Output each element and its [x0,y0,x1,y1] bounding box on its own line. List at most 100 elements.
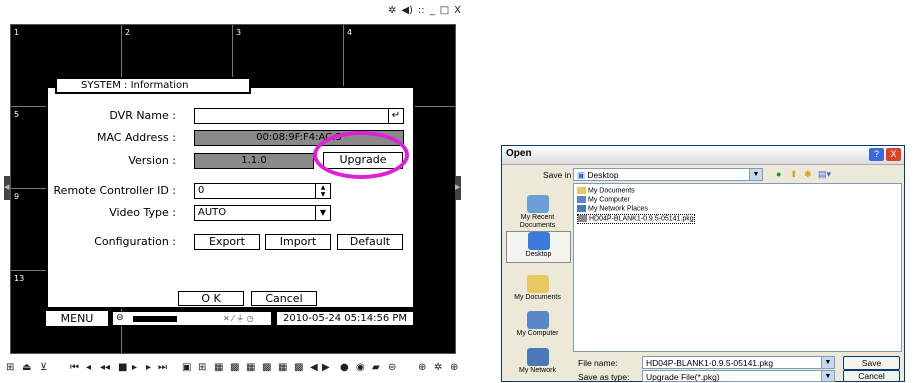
layout-9-icon[interactable]: ▦ [214,360,223,376]
arrow-right-icon[interactable]: ▶ [322,360,330,376]
network-icon [526,348,549,366]
save-as-type-select[interactable]: Upgrade File(*.pkg) ▼ [642,370,835,382]
next-icon[interactable]: ▸ [146,360,151,376]
save-in-select[interactable]: ▣ Desktop ▼ [573,168,763,181]
help-button[interactable]: ? [869,148,884,161]
ok-button[interactable]: O K [178,291,244,306]
play-icon[interactable]: ▸ [132,360,137,376]
place-my-recent-documents[interactable]: My Recent Documents [506,195,569,230]
dvr-window: ✲ ◀) :: _ □ X 1 2 3 4 5 9 13 ◀ ▶ SYSTEM … [0,0,463,382]
minimize-icon[interactable]: _ [430,4,435,20]
save-in-value: Desktop [587,170,619,180]
list-item[interactable]: HD04P-BLANK1-0.9.5-05141.pkg [577,214,695,225]
place-label: My Computer [516,330,559,337]
file-name-input[interactable]: HD04P-BLANK1-0.9.5-05141.pkg ▼ [642,356,835,369]
backup-icon[interactable]: ⊜ [388,360,396,376]
snapshot-icon[interactable]: ▰ [372,360,380,376]
prev-icon[interactable]: ◂ [86,360,91,376]
dvr-name-input[interactable]: ↵ [194,108,404,124]
layout-10-icon[interactable]: ▦ [278,360,287,376]
datetime-display: 2010-05-24 05:14:56 PM [276,311,414,326]
place-my-network[interactable]: My Network [506,348,569,375]
ptz-icon[interactable]: ✲ [434,360,442,376]
list-item[interactable]: My Computer [577,196,630,204]
zoom-in-icon[interactable]: ⊕ [418,360,426,376]
cancel-button[interactable]: Cancel [251,291,317,306]
place-desktop[interactable]: Desktop [506,231,571,263]
camera-number: 5 [14,110,20,119]
layout-6-icon[interactable]: ▦ [246,360,255,376]
layout-4-icon[interactable]: ⊞ [198,360,206,376]
forward-icon[interactable]: ⏭ [158,360,167,376]
list-item[interactable]: My Network Places [577,205,648,213]
place-label: Desktop [525,251,552,258]
save-button[interactable]: Save [843,356,900,370]
chevron-down-icon: ▼ [821,357,834,368]
layout-16-icon[interactable]: ▩ [230,360,239,376]
remote-controller-id-stepper[interactable]: 0 ▲ ▼ [194,183,331,199]
layout-13-icon[interactable]: ▩ [294,360,303,376]
arrow-right-icon: ▶ [455,183,461,191]
import-button[interactable]: Import [265,234,331,250]
play-reverse-icon[interactable]: ◂◂ [100,360,110,376]
hdd-icon: ⊖ [116,313,124,323]
computer-icon [577,196,586,203]
dialog-title: Open [506,148,532,159]
stepper-arrows-icon[interactable]: ▲ ▼ [315,184,330,198]
maximize-icon[interactable]: □ [440,4,449,20]
camera-number: 1 [14,28,20,37]
alarm-icon[interactable]: ◉ [356,360,365,376]
record-icon[interactable]: ● [340,360,349,376]
video-type-value: AUTO [198,207,227,218]
arrow-left-icon[interactable]: ◀ [310,360,318,376]
volume-icon[interactable]: ◀) [401,4,413,20]
search-icon[interactable]: ⊻ [40,360,47,376]
close-button[interactable]: X [886,148,901,161]
status-icons: ✕ ⁄ ⏚ ◷ [223,314,254,323]
video-type-select[interactable]: AUTO ▼ [194,205,331,221]
close-icon[interactable]: X [454,4,461,20]
file-name: My Computer [588,196,631,204]
default-button[interactable]: Default [337,234,403,250]
save-as-type-value: Upgrade File(*.pkg) [646,372,720,382]
new-folder-icon[interactable]: ✱ [804,169,812,180]
file-name: My Network Places [588,205,648,213]
window-controls: ✲ ◀) :: _ □ X [388,4,461,20]
network-icon [577,205,586,212]
back-icon[interactable]: ● [776,169,781,179]
playback-icon[interactable]: ⊞ [6,360,14,376]
status-bar: MENU ⊖ ✕ ⁄ ⏚ ◷ 2010-05-24 05:14:56 PM [46,311,415,327]
settings-icon[interactable]: ✲ [388,4,396,20]
export-button[interactable]: Export [194,234,260,250]
place-my-computer[interactable]: My Computer [506,311,569,338]
list-item[interactable]: My Documents [577,187,635,195]
menu-button[interactable]: MENU [46,311,108,326]
left-panel-arrow[interactable]: ◀ [4,176,10,200]
open-file-dialog: Open ? X Save in : ▣ Desktop ▼ ● ⬆ ✱ ▤▾ … [501,145,905,382]
place-my-documents[interactable]: My Documents [506,275,569,302]
file-list[interactable]: My Documents My Computer My Network Plac… [573,183,902,352]
layout-1-icon[interactable]: ▣ [182,360,191,376]
stop-icon[interactable]: ■ [118,360,127,376]
camera-number: 2 [125,28,131,37]
up-folder-icon[interactable]: ⬆ [790,169,798,180]
right-panel-arrow[interactable]: ▶ [455,176,461,200]
zoom-icon[interactable]: ⊕ [450,360,458,376]
enter-icon[interactable]: ↵ [388,109,403,123]
place-label: My Recent Documents [519,214,556,229]
layout-8-icon[interactable]: ▩ [262,360,271,376]
mini-view-icon[interactable]: :: [418,4,425,20]
video-type-label: Video Type : [109,206,176,219]
chevron-down-icon: ▼ [821,371,834,381]
eject-icon[interactable]: ⏏ [22,360,31,376]
rewind-icon[interactable]: ⏮ [70,360,79,376]
view-menu-icon[interactable]: ▤▾ [818,169,831,180]
my-documents-icon [526,275,549,293]
cancel-button[interactable]: Cancel [843,370,900,382]
camera-number: 4 [347,28,353,37]
save-as-type-label: Save as type: [578,372,630,382]
version-field: 1.1.0 [194,153,314,169]
dialog-title: SYSTEM : Information [55,77,251,94]
title-bar: Open ? X [502,146,904,165]
desktop-icon: ▣ [577,170,588,180]
